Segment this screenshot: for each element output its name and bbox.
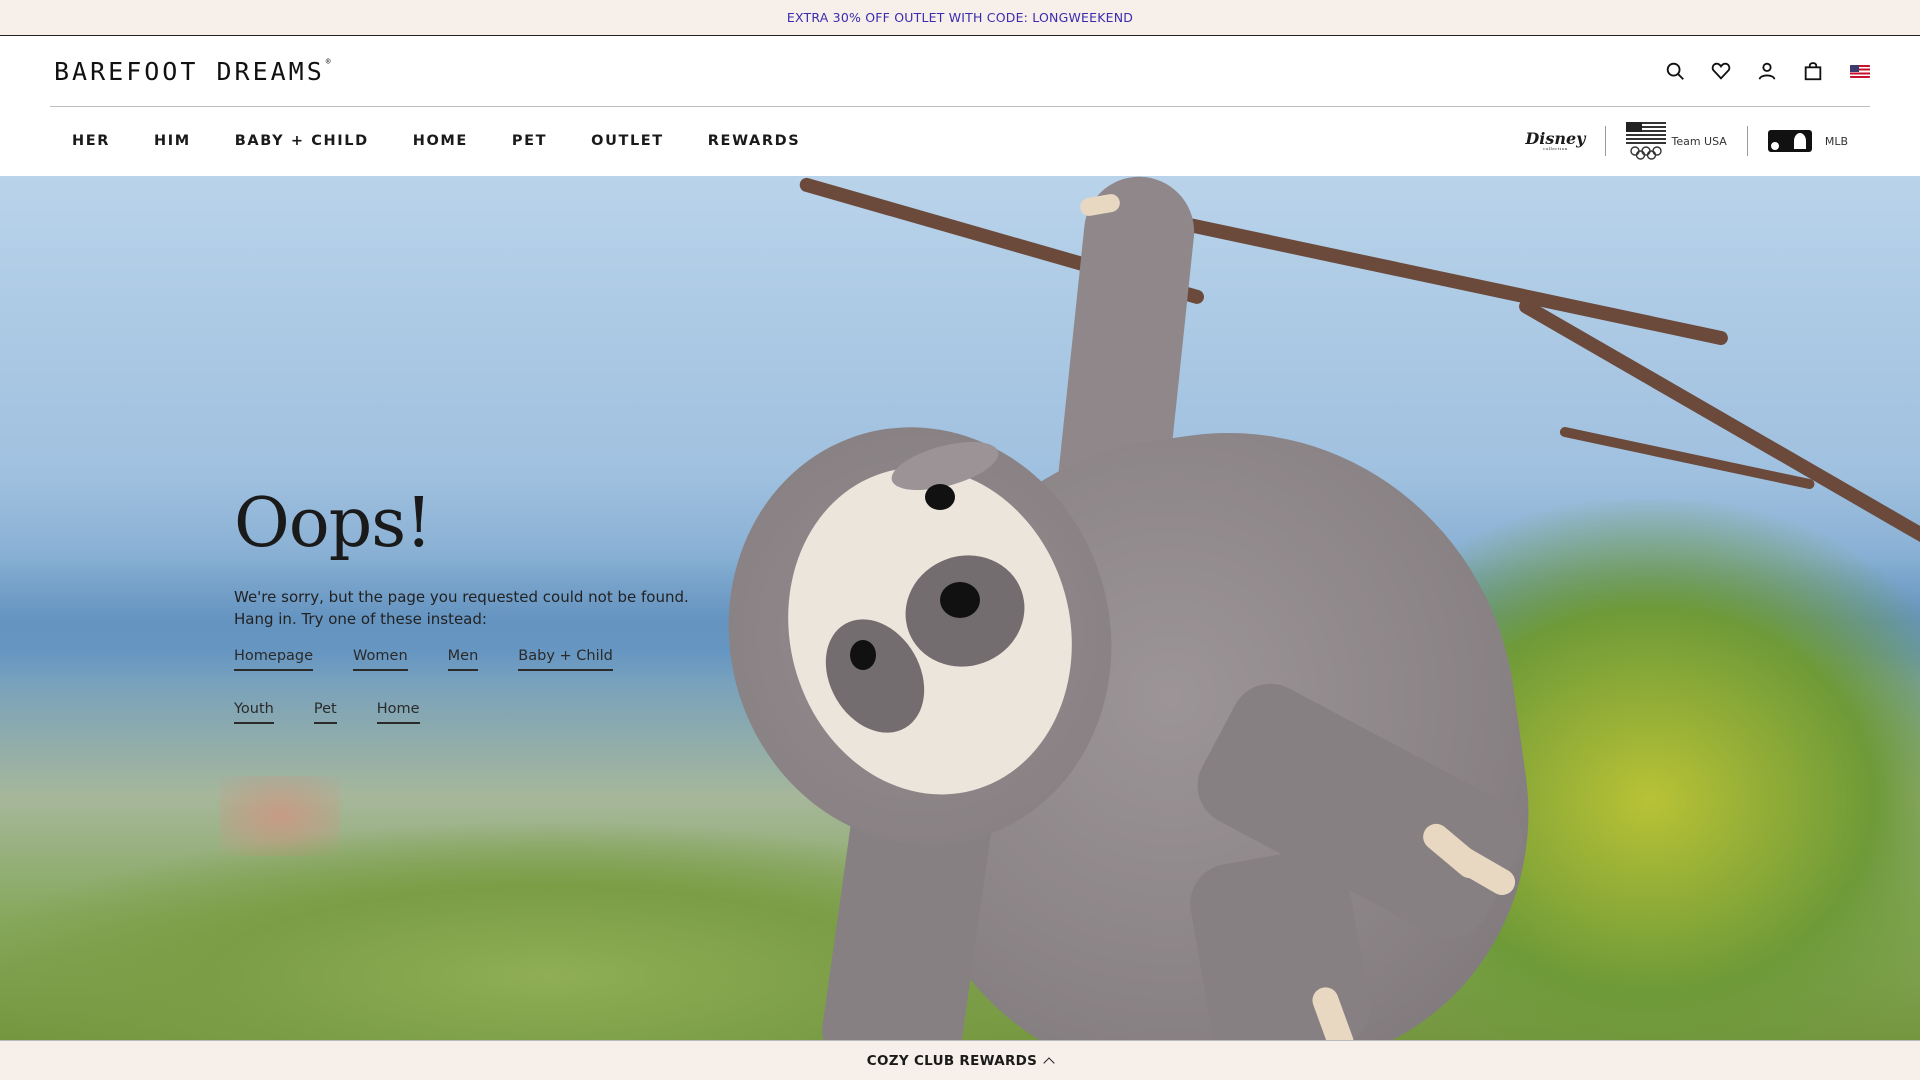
- rewards-label: COZY CLUB REWARDS: [866, 1052, 1038, 1069]
- link-homepage[interactable]: Homepage: [234, 648, 314, 671]
- us-flag-icon[interactable]: [1850, 64, 1870, 78]
- link-baby-child[interactable]: Baby + Child: [518, 648, 613, 671]
- olympic-rings-icon: [1630, 146, 1663, 160]
- sloth-eye: [850, 640, 876, 670]
- account-icon[interactable]: [1754, 58, 1780, 84]
- site-header: BAREFOOT DREAMS ®: [0, 36, 1920, 106]
- suggested-links: Homepage Women Men Baby + Child Youth Pe…: [234, 648, 654, 724]
- team-usa-logo[interactable]: Team USA: [1626, 122, 1727, 160]
- nav-item-home[interactable]: HOME: [413, 133, 468, 149]
- nav-item-pet[interactable]: PET: [512, 133, 547, 149]
- heart-icon[interactable]: [1708, 58, 1734, 84]
- link-youth[interactable]: Youth: [234, 701, 274, 724]
- partner-logos: Disney collection Team USA MLB: [1525, 122, 1848, 160]
- brand-logo[interactable]: BAREFOOT DREAMS ®: [54, 57, 334, 86]
- search-icon[interactable]: [1662, 58, 1688, 84]
- partner-divider: [1605, 126, 1607, 156]
- nav-item-him[interactable]: HIM: [154, 133, 191, 149]
- link-home[interactable]: Home: [376, 701, 420, 724]
- nav-item-rewards[interactable]: REWARDS: [708, 133, 800, 149]
- nav-links: HER HIM BABY + CHILD HOME PET OUTLET REW…: [72, 133, 844, 149]
- link-men[interactable]: Men: [447, 648, 479, 671]
- error-message: We're sorry, but the page you requested …: [234, 588, 689, 628]
- link-women[interactable]: Women: [353, 648, 408, 671]
- mlb-batter-icon: [1767, 130, 1812, 152]
- rewards-drawer-toggle[interactable]: COZY CLUB REWARDS: [0, 1040, 1920, 1080]
- sloth-eye: [940, 582, 980, 618]
- header-utility-icons: [1662, 58, 1870, 84]
- promo-text[interactable]: EXTRA 30% OFF OUTLET WITH CODE: LONGWEEK…: [787, 10, 1133, 25]
- link-pet[interactable]: Pet: [313, 701, 337, 724]
- not-found-panel: Oops! We're sorry, but the page you requ…: [234, 490, 754, 724]
- nav-item-baby-child[interactable]: BABY + CHILD: [235, 133, 369, 149]
- disney-logo[interactable]: Disney collection: [1525, 131, 1585, 151]
- main-nav: HER HIM BABY + CHILD HOME PET OUTLET REW…: [0, 107, 1920, 175]
- chevron-up-icon: [1043, 1056, 1055, 1069]
- sloth-eye: [925, 484, 955, 510]
- promo-banner[interactable]: EXTRA 30% OFF OUTLET WITH CODE: LONGWEEK…: [0, 0, 1920, 36]
- partner-divider: [1746, 126, 1748, 156]
- nav-item-her[interactable]: HER: [72, 133, 110, 149]
- tree-branch: [1178, 216, 1730, 347]
- page-title: Oops!: [234, 484, 432, 563]
- bag-icon[interactable]: [1800, 58, 1826, 84]
- mlb-logo[interactable]: MLB: [1767, 130, 1848, 152]
- nav-item-outlet[interactable]: OUTLET: [591, 133, 664, 149]
- usa-flag-icon: [1626, 122, 1667, 146]
